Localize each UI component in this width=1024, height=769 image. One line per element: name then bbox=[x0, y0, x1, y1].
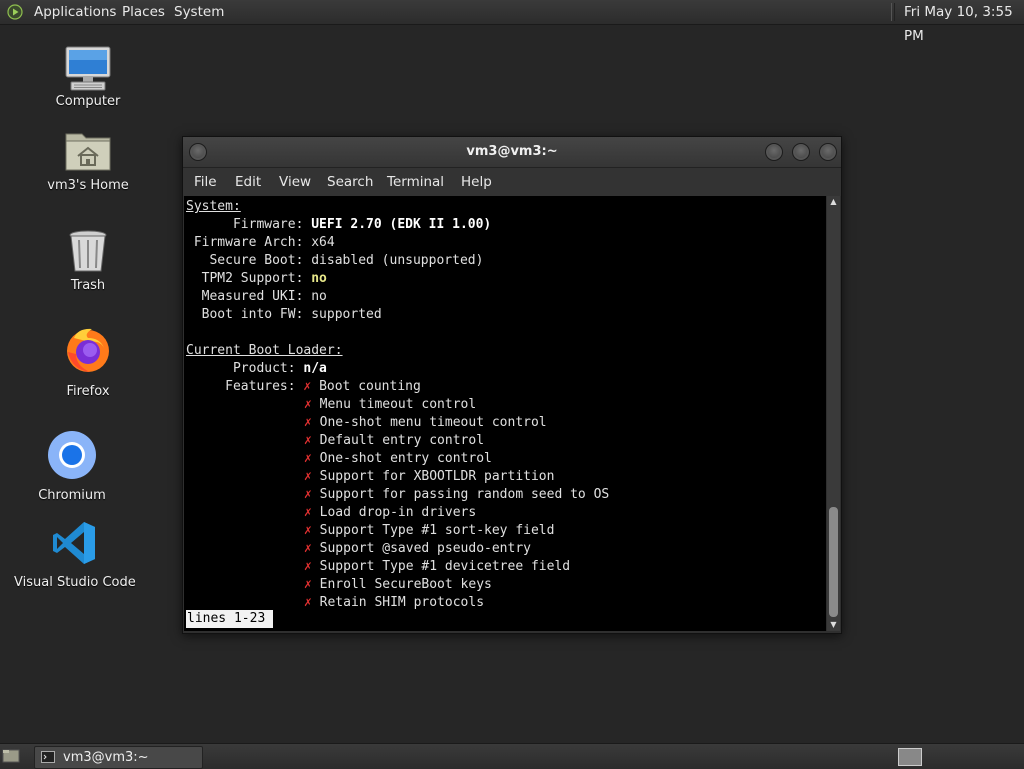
tpm2-line: TPM2 Support: no bbox=[186, 271, 327, 286]
system-header: System: bbox=[186, 199, 241, 214]
maximize-button[interactable] bbox=[792, 143, 810, 161]
terminal-scrollbar[interactable]: ▲ ▼ bbox=[827, 196, 840, 631]
feature-line: ✗ One-shot menu timeout control bbox=[304, 415, 547, 430]
panel-separator bbox=[891, 3, 895, 21]
desktop-icon-label: vm3's Home bbox=[47, 178, 129, 193]
menu-applications[interactable]: Applications bbox=[34, 0, 116, 24]
boot-into-fw-line: Boot into FW: supported bbox=[186, 307, 382, 322]
menu-terminal[interactable]: Terminal bbox=[387, 168, 444, 196]
scroll-thumb[interactable] bbox=[829, 507, 838, 617]
desktop-icon-label: Computer bbox=[55, 94, 121, 109]
terminal-icon bbox=[41, 751, 55, 763]
menu-help[interactable]: Help bbox=[461, 168, 492, 196]
measured-uki-line: Measured UKI: no bbox=[186, 289, 327, 304]
desktop-icon-chromium[interactable]: Chromium bbox=[22, 430, 122, 503]
trash-icon bbox=[69, 230, 107, 272]
taskbar-terminal-button[interactable]: vm3@vm3:~ bbox=[34, 746, 203, 769]
feature-line: ✗ Load drop-in drivers bbox=[304, 505, 477, 520]
feature-line: ✗ Default entry control bbox=[304, 433, 485, 448]
firefox-icon bbox=[67, 328, 109, 372]
desktop-icon-label: Trash bbox=[70, 278, 106, 293]
chromium-icon bbox=[48, 431, 96, 479]
firmware-line: Firmware: UEFI 2.70 (EDK II 1.00) bbox=[186, 217, 492, 232]
feature-line: ✗ Support @saved pseudo-entry bbox=[304, 541, 531, 556]
desktop-icon-home[interactable]: vm3's Home bbox=[38, 128, 138, 193]
clock[interactable]: Fri May 10, 3:55 PM bbox=[904, 0, 1024, 44]
taskbar-label: vm3@vm3:~ bbox=[63, 750, 149, 765]
scroll-up-icon[interactable]: ▲ bbox=[827, 196, 840, 208]
window-menubar: File Edit View Search Terminal Help bbox=[183, 168, 841, 196]
product-line: Product: n/a bbox=[186, 361, 327, 376]
feature-line: ✗ Support Type #1 devicetree field bbox=[304, 559, 571, 574]
feature-line: ✗ Enroll SecureBoot keys bbox=[304, 577, 492, 592]
top-panel: Applications Places System Fri May 10, 3… bbox=[0, 0, 1024, 44]
menu-search[interactable]: Search bbox=[327, 168, 373, 196]
bottom-panel: vm3@vm3:~ bbox=[0, 743, 1024, 769]
feature-line: ✗ Support for passing random seed to OS bbox=[304, 487, 610, 502]
window-titlebar[interactable]: vm3@vm3:~ bbox=[183, 137, 841, 168]
terminal-window: vm3@vm3:~ File Edit View Search Terminal… bbox=[182, 136, 842, 634]
minimize-button[interactable] bbox=[765, 143, 783, 161]
boot-loader-header: Current Boot Loader: bbox=[186, 343, 343, 358]
workspace-switcher[interactable] bbox=[898, 748, 922, 766]
feature-line: ✗ Support Type #1 sort-key field bbox=[304, 523, 555, 538]
desktop-icon-firefox[interactable]: Firefox bbox=[38, 326, 138, 399]
show-desktop-icon[interactable] bbox=[2, 748, 20, 764]
vscode-icon bbox=[53, 522, 95, 564]
window-title: vm3@vm3:~ bbox=[466, 144, 558, 159]
menu-view[interactable]: View bbox=[279, 168, 311, 196]
scroll-down-icon[interactable]: ▼ bbox=[827, 619, 840, 631]
menu-file[interactable]: File bbox=[194, 168, 217, 196]
applications-logo-icon[interactable] bbox=[7, 4, 23, 20]
feature-line: ✗ One-shot entry control bbox=[304, 451, 492, 466]
desktop-icon-vscode[interactable]: Visual Studio Code bbox=[14, 520, 136, 590]
desktop-icon-label: Firefox bbox=[66, 384, 110, 399]
menu-edit[interactable]: Edit bbox=[235, 168, 261, 196]
home-folder-icon bbox=[65, 133, 111, 171]
feature-line: ✗ Support for XBOOTLDR partition bbox=[304, 469, 555, 484]
menu-places[interactable]: Places bbox=[122, 0, 165, 24]
close-button[interactable] bbox=[819, 143, 837, 161]
menu-system[interactable]: System bbox=[174, 0, 224, 24]
secure-boot-line: Secure Boot: disabled (unsupported) bbox=[186, 253, 484, 268]
feature-line: ✗ Menu timeout control bbox=[304, 397, 477, 412]
desktop-icon-computer[interactable]: Computer bbox=[38, 44, 138, 109]
desktop-icon-label: Visual Studio Code bbox=[14, 575, 136, 590]
terminal-output[interactable]: System: Firmware: UEFI 2.70 (EDK II 1.00… bbox=[184, 196, 826, 631]
desktop-icon-label: Chromium bbox=[38, 488, 106, 503]
firmware-arch-line: Firmware Arch: x64 bbox=[186, 235, 335, 250]
desktop-icon-trash[interactable]: Trash bbox=[38, 228, 138, 293]
feature-line: Features: ✗ Boot counting bbox=[186, 379, 421, 394]
feature-line: ✗ Retain SHIM protocols bbox=[304, 595, 485, 610]
pager-status: lines 1-23 bbox=[186, 610, 274, 628]
computer-icon bbox=[65, 46, 111, 91]
